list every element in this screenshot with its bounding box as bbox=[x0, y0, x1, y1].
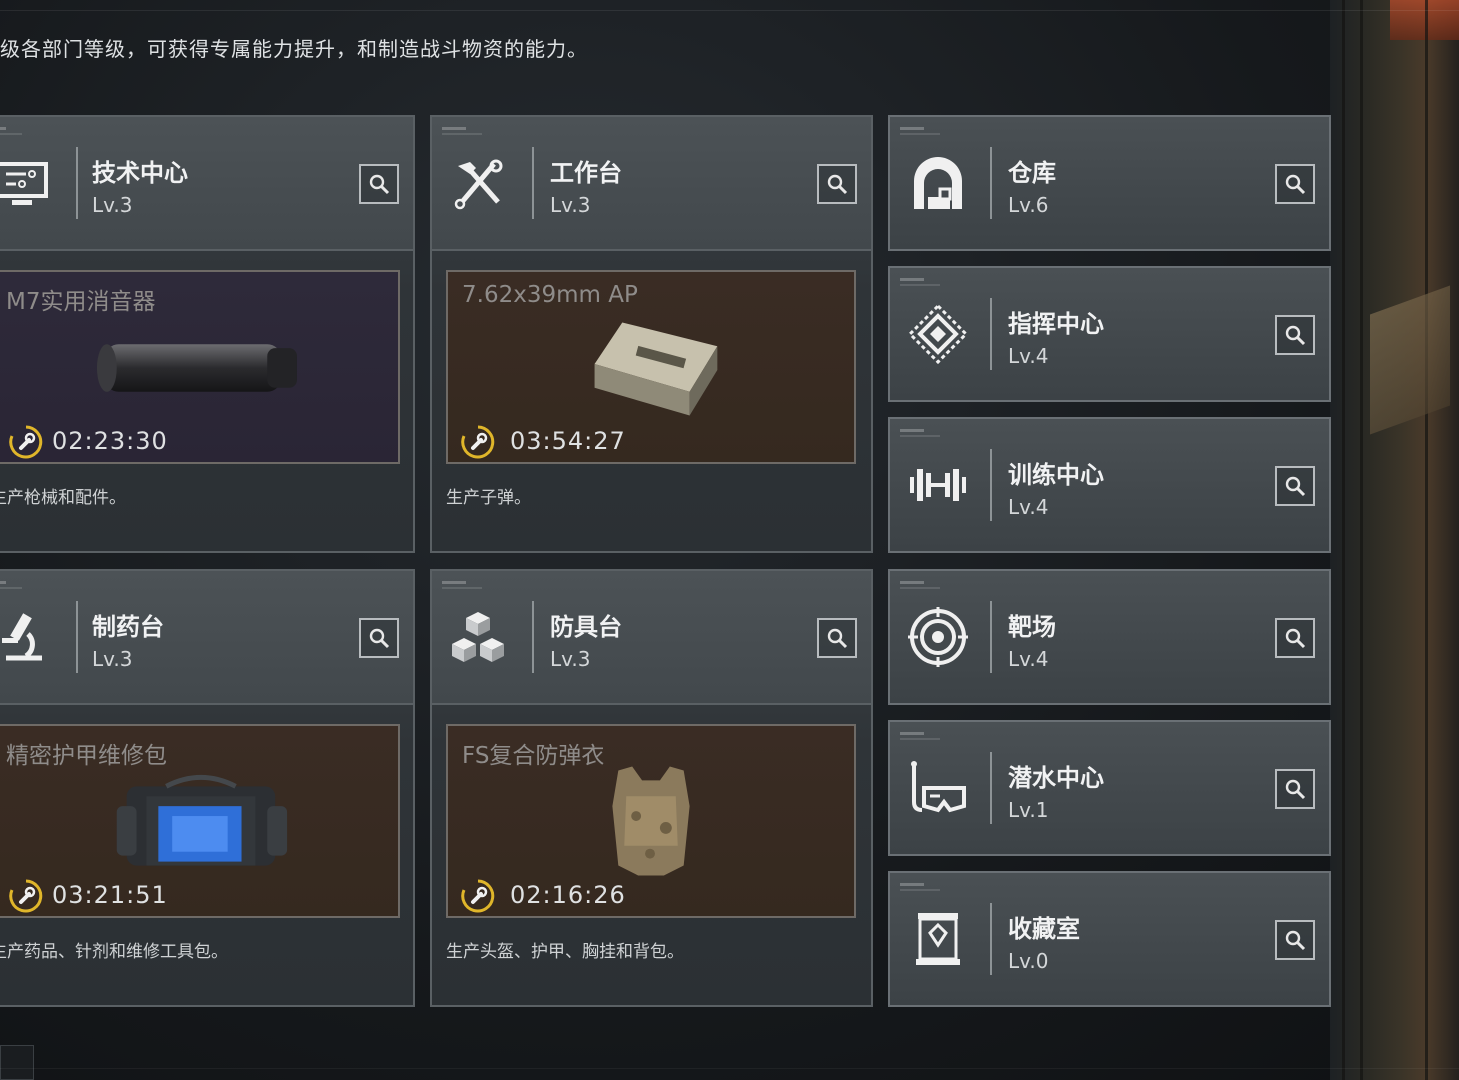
department-description: 生产子弹。 bbox=[446, 488, 531, 508]
cubes-icon bbox=[452, 612, 504, 662]
craft-timer: 02:16:26 bbox=[510, 881, 626, 909]
department-card-tech[interactable]: 技术中心 Lv.3 M7实用消音器 02:23:30 生产枪械和配件。 bbox=[0, 115, 415, 553]
hammer-wrench-icon bbox=[454, 159, 503, 210]
search-icon bbox=[369, 628, 390, 649]
search-icon bbox=[1285, 325, 1306, 346]
department-name: 工作台 bbox=[550, 159, 622, 187]
craft-slot[interactable]: 精密护甲维修包 03:21:51 bbox=[0, 724, 400, 918]
search-button[interactable] bbox=[1275, 618, 1315, 658]
department-level: Lv.4 bbox=[1008, 495, 1049, 519]
department-name: 潜水中心 bbox=[1008, 764, 1104, 792]
craft-item-name: 7.62x39mm AP bbox=[462, 282, 638, 308]
craft-slot[interactable]: M7实用消音器 02:23:30 bbox=[0, 270, 400, 464]
craft-slot[interactable]: 7.62x39mm AP 03:54:27 bbox=[446, 270, 856, 464]
department-name: 训练中心 bbox=[1008, 461, 1104, 489]
display-case-icon bbox=[916, 913, 960, 965]
department-level: Lv.4 bbox=[1008, 344, 1049, 368]
search-button[interactable] bbox=[1275, 164, 1315, 204]
department-name: 仓库 bbox=[1008, 159, 1056, 187]
department-card-collection[interactable]: 收藏室 Lv.0 bbox=[888, 871, 1331, 1007]
timer-wrench-icon bbox=[461, 879, 495, 913]
search-button[interactable] bbox=[1275, 466, 1315, 506]
craft-item-name: FS复合防弹衣 bbox=[462, 743, 605, 769]
search-button[interactable] bbox=[1275, 769, 1315, 809]
target-icon bbox=[908, 607, 968, 667]
department-level: Lv.6 bbox=[1008, 193, 1049, 217]
search-button[interactable] bbox=[817, 164, 857, 204]
microscope-icon bbox=[2, 613, 42, 661]
department-description: 生产药品、针剂和维修工具包。 bbox=[0, 942, 228, 962]
department-name: 收藏室 bbox=[1008, 915, 1080, 943]
department-level: Lv.3 bbox=[92, 647, 133, 671]
body-armor-image bbox=[612, 766, 690, 876]
craft-item-name: 精密护甲维修包 bbox=[6, 743, 167, 769]
department-level: Lv.0 bbox=[1008, 949, 1049, 973]
craft-timer: 02:23:30 bbox=[52, 427, 168, 455]
timer-wrench-icon bbox=[9, 425, 43, 459]
bottom-divider bbox=[0, 1068, 1459, 1069]
department-level: Lv.3 bbox=[92, 193, 133, 217]
department-level: Lv.4 bbox=[1008, 647, 1049, 671]
department-card-range[interactable]: 靶场 Lv.4 bbox=[888, 569, 1331, 705]
department-level: Lv.1 bbox=[1008, 798, 1049, 822]
department-card-pharmacy[interactable]: 制药台 Lv.3 精密护甲维修包 03:21:51 生产药品、针剂和维修工具包。 bbox=[0, 569, 415, 1007]
department-card-workbench[interactable]: 工作台 Lv.3 7.62x39mm AP 03:54:27 生产子弹。 bbox=[430, 115, 873, 553]
department-description: 生产枪械和配件。 bbox=[0, 488, 126, 508]
repair-kit-image bbox=[116, 775, 288, 866]
search-icon bbox=[1285, 779, 1306, 800]
search-icon bbox=[1285, 174, 1306, 195]
dumbbell-icon bbox=[910, 469, 966, 501]
timer-wrench-icon bbox=[461, 425, 495, 459]
department-name: 靶场 bbox=[1008, 613, 1056, 641]
department-card-training[interactable]: 训练中心 Lv.4 bbox=[888, 417, 1331, 553]
department-name: 技术中心 bbox=[92, 159, 188, 187]
craft-item-name: M7实用消音器 bbox=[6, 289, 156, 315]
department-header[interactable]: 工作台 Lv.3 bbox=[432, 117, 871, 251]
department-name: 防具台 bbox=[550, 613, 622, 641]
search-button[interactable] bbox=[359, 618, 399, 658]
department-header[interactable]: 制药台 Lv.3 bbox=[0, 571, 413, 705]
department-level: Lv.3 bbox=[550, 647, 591, 671]
diving-mask-icon bbox=[911, 761, 966, 813]
department-card-warehouse[interactable]: 仓库 Lv.6 bbox=[888, 115, 1331, 251]
search-button[interactable] bbox=[1275, 315, 1315, 355]
ammo-box-image bbox=[594, 322, 718, 416]
search-icon bbox=[369, 174, 390, 195]
timer-wrench-icon bbox=[9, 879, 43, 913]
suppressor-image bbox=[96, 344, 297, 392]
department-card-diving[interactable]: 潜水中心 Lv.1 bbox=[888, 720, 1331, 856]
search-icon bbox=[1285, 628, 1306, 649]
search-icon bbox=[827, 628, 848, 649]
craft-slot[interactable]: FS复合防弹衣 02:16:26 bbox=[446, 724, 856, 918]
page-description: 级各部门等级，可获得专属能力提升，和制造战斗物资的能力。 bbox=[0, 37, 588, 61]
search-button[interactable] bbox=[359, 164, 399, 204]
department-name: 指挥中心 bbox=[1008, 310, 1104, 338]
search-icon bbox=[1285, 930, 1306, 951]
department-name: 制药台 bbox=[92, 613, 164, 641]
warehouse-icon bbox=[914, 157, 962, 209]
craft-timer: 03:54:27 bbox=[510, 427, 626, 455]
monitor-icon bbox=[0, 162, 48, 205]
corner-widget bbox=[0, 1045, 34, 1080]
background-scenery bbox=[1330, 0, 1459, 1080]
department-header[interactable]: 技术中心 Lv.3 bbox=[0, 117, 413, 251]
department-card-armor[interactable]: 防具台 Lv.3 FS复合防弹衣 02:16:26 生产头盔、护甲、胸挂和背包。 bbox=[430, 569, 873, 1007]
search-icon bbox=[1285, 476, 1306, 497]
department-header[interactable]: 防具台 Lv.3 bbox=[432, 571, 871, 705]
search-icon bbox=[827, 174, 848, 195]
diamond-pattern-icon bbox=[908, 304, 968, 364]
craft-timer: 03:21:51 bbox=[52, 881, 168, 909]
department-card-command[interactable]: 指挥中心 Lv.4 bbox=[888, 266, 1331, 402]
department-level: Lv.3 bbox=[550, 193, 591, 217]
search-button[interactable] bbox=[817, 618, 857, 658]
department-description: 生产头盔、护甲、胸挂和背包。 bbox=[446, 942, 684, 962]
top-divider bbox=[0, 10, 1459, 11]
search-button[interactable] bbox=[1275, 920, 1315, 960]
